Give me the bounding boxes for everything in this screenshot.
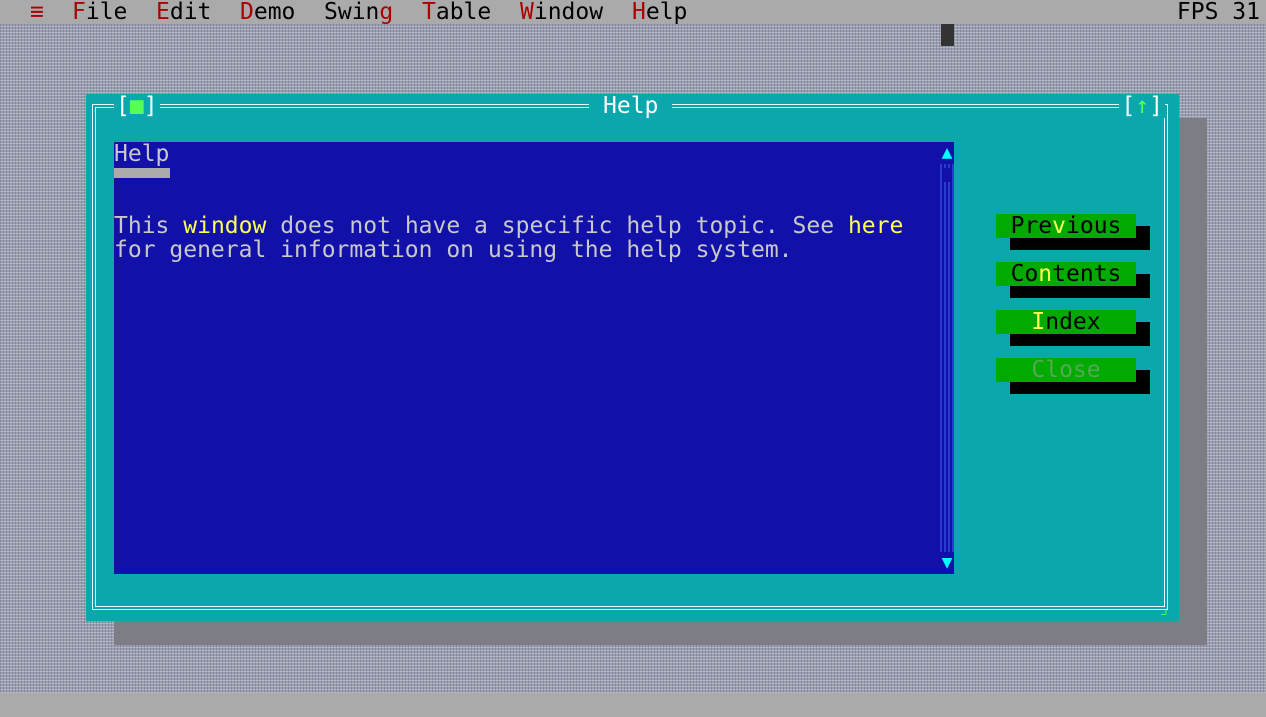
zoom-box[interactable]: [↑]: [1119, 94, 1165, 118]
menu-swing[interactable]: Swing: [324, 0, 393, 24]
scroll-thumb[interactable]: [942, 168, 952, 182]
menu-window[interactable]: Window: [520, 0, 603, 24]
menu-edit[interactable]: Edit: [156, 0, 211, 24]
system-menu-icon[interactable]: ≡: [30, 0, 44, 24]
close-icon[interactable]: ■: [130, 93, 144, 119]
scroll-track[interactable]: [940, 164, 954, 552]
close-button: Close: [996, 358, 1136, 382]
window-title: Help: [589, 94, 673, 118]
menu-help[interactable]: Help: [632, 0, 687, 24]
window-title-bar[interactable]: [■] Help [↑]: [86, 94, 1179, 118]
here-link[interactable]: here: [848, 213, 903, 239]
resize-grip-icon[interactable]: ⌟: [1159, 601, 1175, 617]
menu-file[interactable]: File: [72, 0, 127, 24]
help-content: Help This window does not have a specifi…: [114, 142, 940, 574]
menu-table[interactable]: Table: [422, 0, 491, 24]
zoom-icon[interactable]: ↑: [1135, 93, 1149, 119]
index-button[interactable]: Index: [996, 310, 1136, 334]
mouse-cursor: [941, 24, 954, 46]
contents-button[interactable]: Contents: [996, 262, 1136, 286]
status-bar: [0, 693, 1266, 717]
scroll-down-icon[interactable]: ▼: [940, 552, 954, 574]
heading-underline: [114, 168, 170, 178]
window-link[interactable]: window: [183, 213, 266, 239]
help-text: This window does not have a specific hel…: [114, 213, 904, 263]
fps-counter: FPS 31: [1176, 0, 1260, 25]
help-window: [■] Help [↑] Help This window does not h…: [86, 94, 1179, 621]
previous-button[interactable]: Previous: [996, 214, 1136, 238]
scroll-up-icon[interactable]: ▲: [940, 142, 954, 164]
menu-bar: ≡ File Edit Demo Swing Table Window Help…: [0, 0, 1266, 24]
menu-demo[interactable]: Demo: [240, 0, 295, 24]
vertical-scrollbar[interactable]: ▲ ▼: [940, 142, 954, 574]
close-box[interactable]: [■]: [114, 94, 160, 118]
